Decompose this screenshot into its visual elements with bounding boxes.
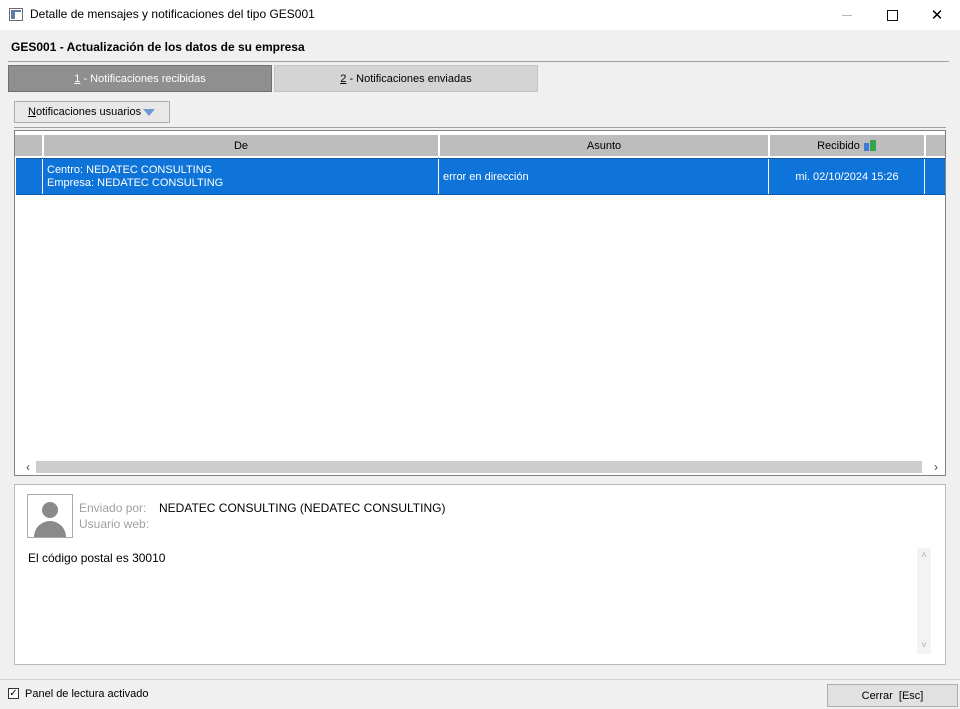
cell-de-empresa: Empresa: NEDATEC CONSULTING	[47, 177, 224, 189]
notificaciones-usuarios-dropdown[interactable]: Notificaciones usuarios	[14, 101, 170, 123]
message-body: El código postal es 30010	[28, 551, 166, 565]
filter-label-accesskey: N	[28, 106, 36, 118]
grid-divider	[14, 127, 946, 128]
chevron-down-icon	[143, 109, 155, 116]
column-header-de[interactable]: De	[44, 135, 439, 156]
title-bar: Detalle de mensajes y notificaciones del…	[0, 0, 960, 30]
reading-panel-checkbox[interactable]: ✓	[8, 688, 19, 699]
tab-notificaciones-enviadas[interactable]: 2 - Notificaciones enviadas	[274, 65, 538, 92]
column-header-recibido[interactable]: Recibido	[770, 135, 925, 156]
scroll-right-icon[interactable]: ›	[928, 459, 944, 475]
scroll-left-icon[interactable]: ‹	[20, 459, 36, 475]
scroll-down-icon[interactable]: ˅	[917, 640, 931, 652]
checkmark-icon: ✓	[9, 687, 18, 699]
cell-de[interactable]: Centro: NEDATEC CONSULTING Empresa: NEDA…	[44, 159, 439, 194]
horizontal-scroll-thumb[interactable]	[36, 461, 922, 473]
horizontal-scrollbar[interactable]: ‹ ›	[16, 459, 945, 475]
row-selector[interactable]	[16, 159, 43, 194]
minimize-button[interactable]	[824, 0, 870, 30]
cell-de-centro: Centro: NEDATEC CONSULTING	[47, 164, 213, 176]
window-title: Detalle de mensajes y notificaciones del…	[30, 7, 315, 21]
form-heading: GES001 - Actualización de los datos de s…	[11, 40, 305, 54]
minimize-icon	[842, 14, 852, 16]
tab-notificaciones-recibidas[interactable]: 1 - Notificaciones recibidas	[8, 65, 272, 92]
sent-by-value: NEDATEC CONSULTING (NEDATEC CONSULTING)	[159, 501, 446, 515]
column-header-asunto[interactable]: Asunto	[440, 135, 769, 156]
maximize-button[interactable]	[869, 0, 915, 30]
cell-asunto[interactable]: error en dirección	[440, 159, 769, 194]
reading-panel-label: Panel de lectura activado	[25, 688, 149, 700]
sent-by-label: Enviado por:	[79, 501, 147, 515]
avatar	[27, 494, 73, 538]
filter-label: otificaciones usuarios	[35, 106, 142, 118]
tab-sent-label: - Notificaciones enviadas	[346, 72, 472, 85]
column-header-selector[interactable]	[15, 135, 43, 156]
sort-icon	[863, 139, 877, 152]
window-app-icon	[9, 8, 23, 21]
web-user-label: Usuario web:	[79, 517, 150, 531]
tab-received-label: - Notificaciones recibidas	[80, 72, 206, 85]
maximize-icon	[886, 9, 898, 21]
heading-divider	[8, 61, 949, 62]
notifications-grid: De Asunto Recibido Centro: NEDATEC CONSU…	[14, 130, 946, 476]
vertical-scrollbar[interactable]: ˄ ˅	[917, 548, 931, 654]
cell-recibido[interactable]: mi. 02/10/2024 15:26	[770, 159, 925, 194]
close-icon: ✕	[930, 7, 944, 24]
table-row[interactable]: Centro: NEDATEC CONSULTING Empresa: NEDA…	[16, 158, 945, 195]
reading-panel: Enviado por: NEDATEC CONSULTING (NEDATEC…	[14, 484, 946, 665]
close-button[interactable]: Cerrar [Esc]	[827, 684, 958, 707]
column-header-filler	[926, 135, 945, 156]
footer-divider	[0, 679, 960, 680]
close-window-button[interactable]: ✕	[914, 0, 960, 30]
scroll-up-icon[interactable]: ˄	[917, 550, 931, 562]
